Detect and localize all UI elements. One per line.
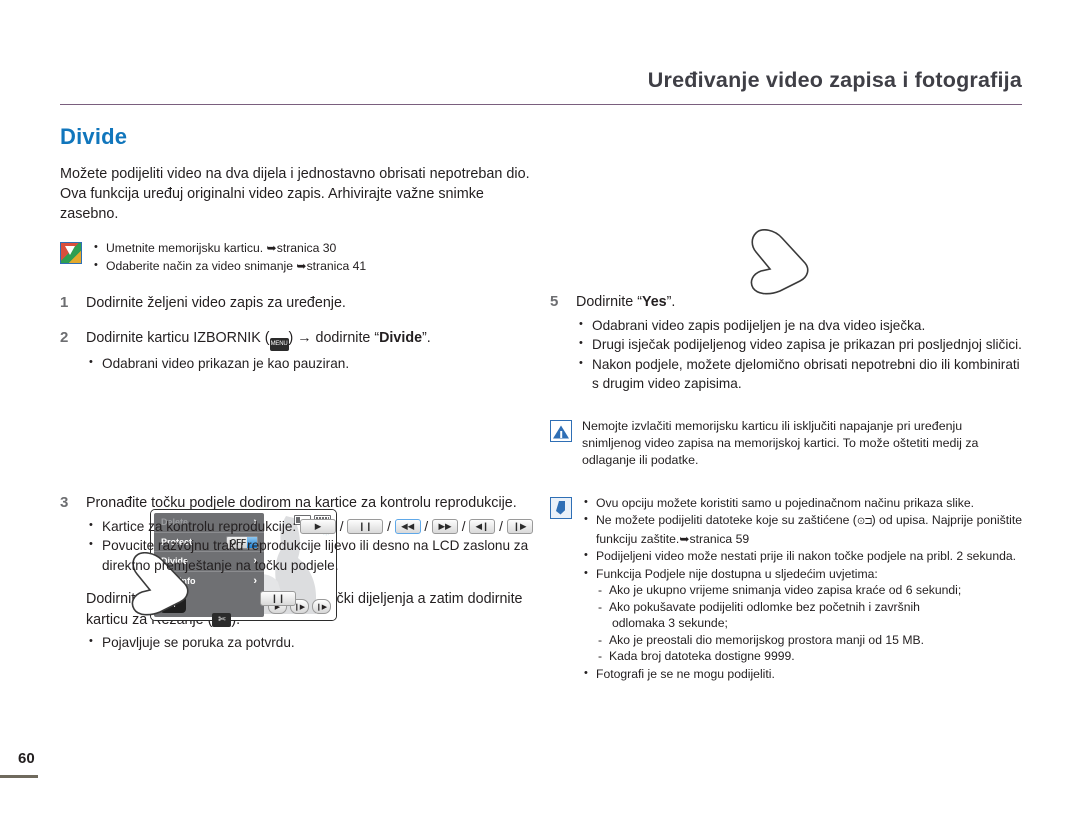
list-item: Funkcija Podjele nije dostupna u sljedeć… — [582, 566, 1022, 665]
back-button[interactable]: ↰ — [160, 596, 186, 613]
warning-note: Nemojte izvlačiti memorijsku karticu ili… — [550, 418, 1022, 469]
list-item: Ako pokušavate podijeliti odlomke bez po… — [598, 599, 1022, 616]
footer-divider — [0, 775, 38, 778]
step-number:  — [60, 589, 76, 653]
step-text-mid: ) → dodirnite “ — [289, 330, 380, 346]
step-5: 5 Dodirnite “Yes”. Odabrani video zapis … — [550, 292, 1022, 394]
list-item: Povucite razvojnu traku reprodukcije lij… — [86, 536, 538, 575]
hand-pointer-icon — [740, 229, 812, 297]
step-text-after: ”. — [667, 294, 676, 310]
pause-button-icon: ❙❙ — [260, 591, 296, 606]
step-number: 5 — [550, 292, 566, 394]
list-item: Umetnite memorijsku karticu. ➥stranica 3… — [92, 240, 538, 257]
step-text-bold: Divide — [379, 330, 422, 346]
step-text-before: Dodirnite karticu IZBORNIK ( — [86, 330, 270, 346]
bullet-text: Kartice za kontrolu reprodukcije: — [102, 519, 296, 534]
next-frame-control-button[interactable]: ❙▶ — [507, 519, 533, 534]
step-2: 2 Dodirnite karticu IZBORNIK (MENU) → do… — [60, 328, 538, 374]
page-header-title: Uređivanje video zapisa i fotografija — [648, 68, 1022, 93]
info-note: Ovu opciju možete koristiti samo u pojed… — [550, 495, 1022, 684]
warning-triangle-icon — [550, 420, 572, 442]
list-item: Kartice za kontrolu reprodukcije: ▶ / ❙❙… — [86, 517, 538, 537]
cut-button-icon: ✄ — [212, 613, 231, 627]
list-item: Ovu opciju možete koristiti samo u pojed… — [582, 495, 1022, 512]
step-1: 1 Dodirnite željeni video zapis za uređe… — [60, 293, 538, 314]
section-title: Divide — [60, 124, 538, 150]
right-column: ❙❙ 00:00:29/00:01:03 100_0001 Divide 🔭 ↰… — [550, 124, 1022, 697]
list-item: Pojavljuje se poruka za potvrdu. — [86, 633, 538, 653]
memory-card-icon — [60, 242, 82, 264]
menu-button-icon: MENU — [270, 338, 289, 351]
previous-frame-control-button[interactable]: ◀❙ — [469, 519, 495, 534]
info-text-before: Ne možete podijeliti datoteke koje su za… — [596, 513, 857, 527]
play-control-button[interactable]: ▶ — [300, 519, 336, 534]
list-item: Odabrani video zapis podijeljen je na dv… — [576, 316, 1022, 336]
step-text-before: Dodirnite “ — [576, 294, 642, 310]
info-text: Funkcija Podjele nije dostupna u sljedeć… — [596, 567, 878, 581]
pen-note-icon — [550, 497, 572, 519]
list-item: Ako je ukupno vrijeme snimanja video zap… — [598, 582, 1022, 599]
step-number: 1 — [60, 293, 76, 314]
step-5-bullets: Odabrani video zapis podijeljen je na dv… — [576, 316, 1022, 394]
step-text-bold: Yes — [642, 294, 667, 310]
prerequisite-list: Umetnite memorijsku karticu. ➥stranica 3… — [92, 240, 538, 274]
page-number: 60 — [18, 750, 35, 767]
condition-list: Ako je ukupno vrijeme snimanja video zap… — [596, 582, 1022, 665]
lock-icon: ⊙⊐ — [857, 514, 872, 531]
list-item: Podijeljeni video može nestati prije ili… — [582, 548, 1022, 565]
step-2-bullets: Odabrani video prikazan je kao pauziran. — [86, 354, 538, 374]
list-item: Nakon podjele, možete djelomično obrisat… — [576, 355, 1022, 394]
list-item: odlomaka 3 sekunde; — [598, 615, 1022, 632]
list-item: Kada broj datoteka dostigne 9999. — [598, 648, 1022, 665]
list-item: Ne možete podijeliti datoteke koje su za… — [582, 512, 1022, 547]
manual-page: Uređivanje video zapisa i fotografija Di… — [0, 0, 1080, 827]
fast-forward-control-button[interactable]: ▶▶ — [432, 519, 458, 534]
info-list: Ovu opciju možete koristiti samo u pojed… — [582, 495, 1022, 683]
list-item: Odabrani video prikazan je kao pauziran. — [86, 354, 538, 374]
left-column: Divide Možete podijeliti video na dva di… — [60, 124, 538, 664]
rewind-control-button[interactable]: ◀◀ — [395, 519, 421, 534]
warning-text: Nemojte izvlačiti memorijsku karticu ili… — [582, 418, 1022, 469]
list-item: Odaberite način za video snimanje ➥stran… — [92, 258, 538, 275]
step-number: 2 — [60, 328, 76, 374]
list-item: Drugi isječak podijeljenog video zapisa … — [576, 335, 1022, 355]
step-number: 3 — [60, 493, 76, 575]
step-text: Dodirnite željeni video zapis za uređenj… — [86, 295, 346, 311]
step-3-bullets: Kartice za kontrolu reprodukcije: ▶ / ❙❙… — [86, 517, 538, 576]
fast-forward-button[interactable]: ❙▶ — [312, 599, 331, 614]
step-4-bullets: Pojavljuje se poruka za potvrdu. — [86, 633, 538, 653]
step-text-after: ”. — [422, 330, 431, 346]
pause-control-button[interactable]: ❙❙ — [347, 519, 383, 534]
list-item: Ako je preostali dio memorijskog prostor… — [598, 632, 1022, 649]
prerequisite-note: Umetnite memorijsku karticu. ➥stranica 3… — [60, 240, 538, 275]
menu-item-label: File Info — [161, 576, 196, 586]
list-item: Fotografi je se ne mogu podijeliti. — [582, 666, 1022, 683]
section-intro: Možete podijeliti video na dva dijela i … — [60, 164, 538, 224]
step-3: 3 Pronađite točku podjele dodirom na kar… — [60, 493, 538, 575]
header-divider — [60, 104, 1022, 105]
